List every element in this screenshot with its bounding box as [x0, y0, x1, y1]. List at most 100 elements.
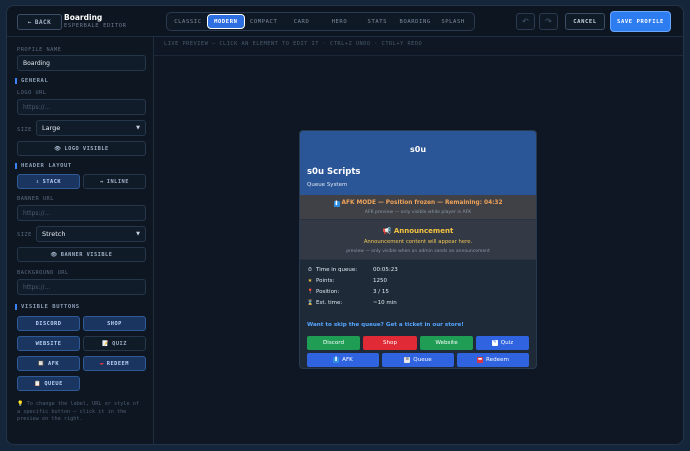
- preview-hint: LIVE PREVIEW — CLICK AN ELEMENT TO EDIT …: [164, 41, 423, 47]
- announcement-note: preview — only visible when an admin sen…: [346, 249, 490, 254]
- banner-size-label: SIZE: [17, 232, 32, 238]
- undo-icon: ↶: [522, 17, 529, 26]
- visible-shop-toggle[interactable]: SHOP: [83, 316, 146, 331]
- stat-label: Position:: [316, 289, 340, 295]
- logo-url-input[interactable]: https://...: [17, 99, 146, 115]
- background-url-input[interactable]: https://...: [17, 279, 146, 295]
- website-button[interactable]: Website: [420, 336, 473, 350]
- redeem-button-label: Redeem: [486, 357, 509, 363]
- visible-queue-toggle[interactable]: 📋 QUEUE: [17, 376, 80, 391]
- pin-icon: 📍: [307, 289, 314, 295]
- banner-visible-toggle[interactable]: 👁 BANNER VISIBLE: [17, 247, 146, 262]
- quiz-icon: 📝: [102, 340, 110, 347]
- store-cta-link[interactable]: Want to skip the queue? Get a ticket in …: [307, 322, 464, 328]
- logo-visible-label: LOGO VISIBLE: [64, 145, 109, 152]
- banner-size-select[interactable]: Stretch ▼: [36, 226, 146, 242]
- divider: [154, 55, 683, 56]
- visible-discord-toggle[interactable]: DISCORD: [17, 316, 80, 331]
- chevron-down-icon: ▼: [136, 231, 140, 237]
- stat-row: ★ Points: 1250: [307, 278, 529, 288]
- queue-icon: 📋: [34, 380, 42, 387]
- editor-window: ← BACK Boarding ESPERBALE EDITOR CLASSIC…: [6, 5, 684, 445]
- ticket-icon: ▬: [477, 357, 484, 363]
- settings-sidebar: PROFILE NAME Boarding GENERAL LOGO URL h…: [7, 37, 154, 444]
- tab-hero[interactable]: HERO: [322, 15, 358, 28]
- quiz-button-label: Quiz: [500, 340, 514, 346]
- logo-size-select[interactable]: Large ▼: [36, 120, 146, 136]
- background-url-label: BACKGROUND URL: [17, 270, 69, 276]
- general-heading: GENERAL: [15, 78, 48, 84]
- sidebar-tip: 💡 To change the label, URL or style of a…: [17, 401, 145, 424]
- afk-banner[interactable]: ❚ AFK MODE — Position frozen — Remaining…: [300, 195, 536, 220]
- stack-layout-button[interactable]: ⇩ STACK: [17, 174, 80, 189]
- redo-icon: ↷: [545, 17, 552, 26]
- queue-label: QUEUE: [44, 380, 63, 387]
- logo-visible-toggle[interactable]: 👁 LOGO VISIBLE: [17, 141, 146, 156]
- card-header[interactable]: s0u s0u Scripts Queue System: [300, 131, 536, 195]
- logo-size-value: Large: [42, 124, 61, 132]
- hourglass-icon: ⌛: [307, 300, 314, 306]
- redo-button[interactable]: ↷: [539, 13, 558, 30]
- clipboard-icon: ≡: [404, 357, 411, 363]
- redeem-icon: ▬: [100, 360, 104, 367]
- chevron-down-icon: ▼: [136, 125, 140, 131]
- visible-website-toggle[interactable]: WEBSITE: [17, 336, 80, 351]
- quiz-button[interactable]: ✎ Quiz: [476, 336, 529, 350]
- tab-modern[interactable]: MODERN: [206, 14, 245, 29]
- announcement-box[interactable]: 📢 Announcement Announcement content will…: [300, 220, 536, 260]
- undo-button[interactable]: ↶: [516, 13, 535, 30]
- announcement-title: 📢 Announcement: [300, 227, 536, 235]
- sidebar-tip-text: To change the label, URL or style of a s…: [17, 401, 140, 422]
- discord-button[interactable]: Discord: [307, 336, 360, 350]
- page-subtitle: ESPERBALE EDITOR: [64, 23, 127, 29]
- queue-button[interactable]: ≡ Queue: [382, 353, 454, 367]
- queue-button-label: Queue: [413, 357, 432, 363]
- banner-url-label: BANNER URL: [17, 196, 54, 202]
- tab-compact[interactable]: COMPACT: [246, 15, 282, 28]
- tab-classic[interactable]: CLASSIC: [170, 15, 206, 28]
- banner-visible-label: BANNER VISIBLE: [60, 251, 113, 258]
- back-button-label: BACK: [34, 18, 52, 26]
- stack-label: STACK: [42, 178, 62, 185]
- arrow-left-icon: ←: [27, 18, 32, 26]
- stat-value: 00:05:23: [373, 267, 398, 273]
- stat-value: ~10 min: [373, 300, 397, 306]
- stat-row: 📍 Position: 3 / 15: [307, 289, 529, 299]
- queue-card-preview[interactable]: s0u s0u Scripts Queue System ❚ AFK MODE …: [300, 131, 536, 368]
- save-profile-button[interactable]: SAVE PROFILE: [611, 12, 670, 31]
- eye-icon: 👁: [50, 251, 58, 258]
- card-logo[interactable]: s0u: [300, 145, 536, 154]
- megaphone-icon: 📢: [382, 227, 392, 235]
- stat-value: 3 / 15: [373, 289, 389, 295]
- stat-label: Est. time:: [316, 300, 343, 306]
- back-button[interactable]: ← BACK: [17, 14, 62, 30]
- visible-redeem-toggle[interactable]: ▬ REDEEM: [83, 356, 146, 371]
- announcement-text: Announcement content will appear here.: [363, 239, 473, 245]
- afk-button[interactable]: ❚ AFK: [307, 353, 379, 367]
- inline-icon: ↔: [100, 178, 104, 185]
- pause-icon: ❚: [333, 357, 340, 363]
- header-layout-heading: HEADER LAYOUT: [15, 163, 72, 169]
- tab-stats[interactable]: STATS: [359, 15, 395, 28]
- top-bar: ← BACK Boarding ESPERBALE EDITOR CLASSIC…: [7, 6, 683, 37]
- shop-button[interactable]: Shop: [363, 336, 417, 350]
- banner-size-value: Stretch: [42, 230, 66, 238]
- logo-url-label: LOGO URL: [17, 90, 47, 96]
- tab-splash[interactable]: SPLASH: [435, 15, 471, 28]
- banner-url-input[interactable]: https://...: [17, 205, 146, 221]
- tab-card[interactable]: CARD: [284, 15, 320, 28]
- stat-label: Time in queue:: [316, 267, 358, 273]
- card-subtitle[interactable]: Queue System: [307, 182, 347, 188]
- visible-buttons-heading: VISIBLE BUTTONS: [15, 304, 80, 310]
- card-title[interactable]: s0u Scripts: [307, 167, 360, 177]
- visible-quiz-toggle[interactable]: 📝 QUIZ: [83, 336, 146, 351]
- visible-afk-toggle[interactable]: 🔲 AFK: [17, 356, 80, 371]
- redeem-button[interactable]: ▬ Redeem: [457, 353, 529, 367]
- afk-icon: 🔲: [37, 360, 46, 367]
- profile-name-input[interactable]: Boarding: [17, 55, 146, 71]
- logo-size-label: SIZE: [17, 127, 32, 133]
- inline-layout-button[interactable]: ↔ INLINE: [83, 174, 146, 189]
- afk-button-label: AFK: [342, 357, 353, 363]
- cancel-button[interactable]: CANCEL: [565, 13, 605, 30]
- tab-boarding[interactable]: BOARDING: [397, 15, 433, 28]
